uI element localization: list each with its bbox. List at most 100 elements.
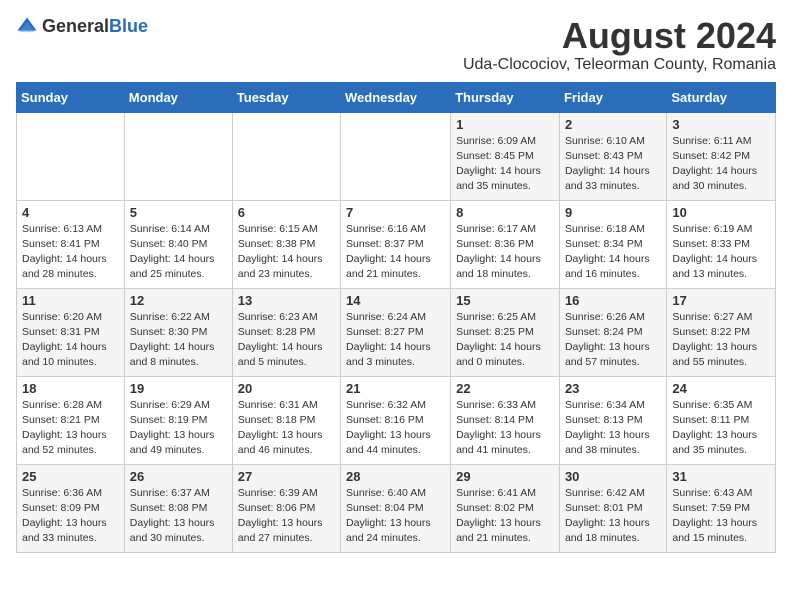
calendar-cell: 19Sunrise: 6:29 AM Sunset: 8:19 PM Dayli… <box>124 376 232 464</box>
col-tuesday: Tuesday <box>232 82 340 112</box>
col-friday: Friday <box>559 82 666 112</box>
calendar-cell <box>341 112 451 200</box>
day-number: 1 <box>456 117 554 132</box>
day-number: 29 <box>456 469 554 484</box>
calendar-week-5: 25 Sunrise: 6:36 AM Sunset: 8:09 PM Dayli… <box>17 464 776 552</box>
calendar-cell: 15 Sunrise: 6:25 AM Sunset: 8:25 PM Dayli… <box>451 288 560 376</box>
day-info: Sunrise: 6:29 AM Sunset: 8:19 PM Dayligh… <box>130 398 227 459</box>
day-info: Sunrise: 6:40 AM Sunset: 8:04 PM Dayligh… <box>346 486 445 547</box>
calendar-cell: 13Sunrise: 6:23 AM Sunset: 8:28 PM Dayli… <box>232 288 340 376</box>
day-info: Sunrise: 6:10 AM Sunset: 8:43 PM Dayligh… <box>565 134 661 195</box>
calendar-cell: 7 Sunrise: 6:16 AM Sunset: 8:37 PM Daylig… <box>341 200 451 288</box>
day-info: Sunrise: 6:17 AM Sunset: 8:36 PM Dayligh… <box>456 222 554 283</box>
day-number: 13 <box>238 293 335 308</box>
calendar-cell: 16Sunrise: 6:26 AM Sunset: 8:24 PM Dayli… <box>559 288 666 376</box>
calendar-cell: 14 Sunrise: 6:24 AM Sunset: 8:27 PM Dayli… <box>341 288 451 376</box>
calendar-cell: 25 Sunrise: 6:36 AM Sunset: 8:09 PM Dayli… <box>17 464 125 552</box>
calendar-cell: 24Sunrise: 6:35 AM Sunset: 8:11 PM Dayli… <box>667 376 776 464</box>
calendar-cell: 23Sunrise: 6:34 AM Sunset: 8:13 PM Dayli… <box>559 376 666 464</box>
calendar-cell: 30 Sunrise: 6:42 AM Sunset: 8:01 PM Dayli… <box>559 464 666 552</box>
calendar: Sunday Monday Tuesday Wednesday Thursday… <box>16 82 776 553</box>
day-info: Sunrise: 6:32 AM Sunset: 8:16 PM Dayligh… <box>346 398 445 459</box>
calendar-cell: 18 Sunrise: 6:28 AM Sunset: 8:21 PM Dayli… <box>17 376 125 464</box>
calendar-cell: 27 Sunrise: 6:39 AM Sunset: 8:06 PM Dayli… <box>232 464 340 552</box>
calendar-cell: 2 Sunrise: 6:10 AM Sunset: 8:43 PM Daylig… <box>559 112 666 200</box>
day-number: 30 <box>565 469 661 484</box>
main-title: August 2024 <box>463 16 776 56</box>
day-number: 28 <box>346 469 445 484</box>
day-info: Sunrise: 6:15 AM Sunset: 8:38 PM Dayligh… <box>238 222 335 283</box>
day-number: 11 <box>22 293 119 308</box>
day-number: 27 <box>238 469 335 484</box>
day-info: Sunrise: 6:19 AM Sunset: 8:33 PM Dayligh… <box>672 222 770 283</box>
calendar-cell: 8 Sunrise: 6:17 AM Sunset: 8:36 PM Daylig… <box>451 200 560 288</box>
day-number: 24 <box>672 381 770 396</box>
day-number: 25 <box>22 469 119 484</box>
day-info: Sunrise: 6:33 AM Sunset: 8:14 PM Dayligh… <box>456 398 554 459</box>
logo-blue: Blue <box>109 16 148 36</box>
col-saturday: Saturday <box>667 82 776 112</box>
day-number: 6 <box>238 205 335 220</box>
day-number: 3 <box>672 117 770 132</box>
calendar-cell: 11 Sunrise: 6:20 AM Sunset: 8:31 PM Dayli… <box>17 288 125 376</box>
day-number: 22 <box>456 381 554 396</box>
col-sunday: Sunday <box>17 82 125 112</box>
title-area: August 2024 Uda-Clocociov, Teleorman Cou… <box>463 16 776 74</box>
day-info: Sunrise: 6:20 AM Sunset: 8:31 PM Dayligh… <box>22 310 119 371</box>
calendar-body: 1Sunrise: 6:09 AM Sunset: 8:45 PM Daylig… <box>17 112 776 552</box>
day-info: Sunrise: 6:42 AM Sunset: 8:01 PM Dayligh… <box>565 486 661 547</box>
calendar-cell: 17 Sunrise: 6:27 AM Sunset: 8:22 PM Dayli… <box>667 288 776 376</box>
day-info: Sunrise: 6:14 AM Sunset: 8:40 PM Dayligh… <box>130 222 227 283</box>
calendar-cell: 26Sunrise: 6:37 AM Sunset: 8:08 PM Dayli… <box>124 464 232 552</box>
calendar-week-4: 18 Sunrise: 6:28 AM Sunset: 8:21 PM Dayli… <box>17 376 776 464</box>
day-info: Sunrise: 6:39 AM Sunset: 8:06 PM Dayligh… <box>238 486 335 547</box>
calendar-cell <box>17 112 125 200</box>
col-thursday: Thursday <box>451 82 560 112</box>
day-info: Sunrise: 6:24 AM Sunset: 8:27 PM Dayligh… <box>346 310 445 371</box>
day-number: 7 <box>346 205 445 220</box>
calendar-cell <box>124 112 232 200</box>
col-monday: Monday <box>124 82 232 112</box>
calendar-cell: 1Sunrise: 6:09 AM Sunset: 8:45 PM Daylig… <box>451 112 560 200</box>
day-number: 9 <box>565 205 661 220</box>
calendar-cell: 21Sunrise: 6:32 AM Sunset: 8:16 PM Dayli… <box>341 376 451 464</box>
day-number: 20 <box>238 381 335 396</box>
calendar-cell: 22 Sunrise: 6:33 AM Sunset: 8:14 PM Dayli… <box>451 376 560 464</box>
calendar-cell: 20 Sunrise: 6:31 AM Sunset: 8:18 PM Dayli… <box>232 376 340 464</box>
calendar-week-3: 11 Sunrise: 6:20 AM Sunset: 8:31 PM Dayli… <box>17 288 776 376</box>
calendar-cell: 10 Sunrise: 6:19 AM Sunset: 8:33 PM Dayli… <box>667 200 776 288</box>
day-number: 12 <box>130 293 227 308</box>
logo: GeneralBlue <box>16 16 148 38</box>
day-number: 2 <box>565 117 661 132</box>
day-number: 23 <box>565 381 661 396</box>
calendar-cell: 9Sunrise: 6:18 AM Sunset: 8:34 PM Daylig… <box>559 200 666 288</box>
day-info: Sunrise: 6:36 AM Sunset: 8:09 PM Dayligh… <box>22 486 119 547</box>
day-info: Sunrise: 6:28 AM Sunset: 8:21 PM Dayligh… <box>22 398 119 459</box>
day-number: 4 <box>22 205 119 220</box>
day-info: Sunrise: 6:13 AM Sunset: 8:41 PM Dayligh… <box>22 222 119 283</box>
day-number: 17 <box>672 293 770 308</box>
calendar-cell <box>232 112 340 200</box>
day-info: Sunrise: 6:16 AM Sunset: 8:37 PM Dayligh… <box>346 222 445 283</box>
day-info: Sunrise: 6:43 AM Sunset: 7:59 PM Dayligh… <box>672 486 770 547</box>
calendar-cell: 12 Sunrise: 6:22 AM Sunset: 8:30 PM Dayli… <box>124 288 232 376</box>
day-number: 8 <box>456 205 554 220</box>
day-info: Sunrise: 6:27 AM Sunset: 8:22 PM Dayligh… <box>672 310 770 371</box>
day-info: Sunrise: 6:31 AM Sunset: 8:18 PM Dayligh… <box>238 398 335 459</box>
day-number: 18 <box>22 381 119 396</box>
header: GeneralBlue August 2024 Uda-Clocociov, T… <box>16 16 776 74</box>
day-number: 31 <box>672 469 770 484</box>
day-number: 10 <box>672 205 770 220</box>
calendar-cell: 6 Sunrise: 6:15 AM Sunset: 8:38 PM Daylig… <box>232 200 340 288</box>
day-info: Sunrise: 6:41 AM Sunset: 8:02 PM Dayligh… <box>456 486 554 547</box>
subtitle: Uda-Clocociov, Teleorman County, Romania <box>463 56 776 74</box>
day-number: 15 <box>456 293 554 308</box>
logo-icon <box>16 16 38 38</box>
day-info: Sunrise: 6:25 AM Sunset: 8:25 PM Dayligh… <box>456 310 554 371</box>
calendar-cell: 28 Sunrise: 6:40 AM Sunset: 8:04 PM Dayli… <box>341 464 451 552</box>
day-number: 26 <box>130 469 227 484</box>
day-number: 5 <box>130 205 227 220</box>
header-row: Sunday Monday Tuesday Wednesday Thursday… <box>17 82 776 112</box>
day-info: Sunrise: 6:22 AM Sunset: 8:30 PM Dayligh… <box>130 310 227 371</box>
day-number: 14 <box>346 293 445 308</box>
